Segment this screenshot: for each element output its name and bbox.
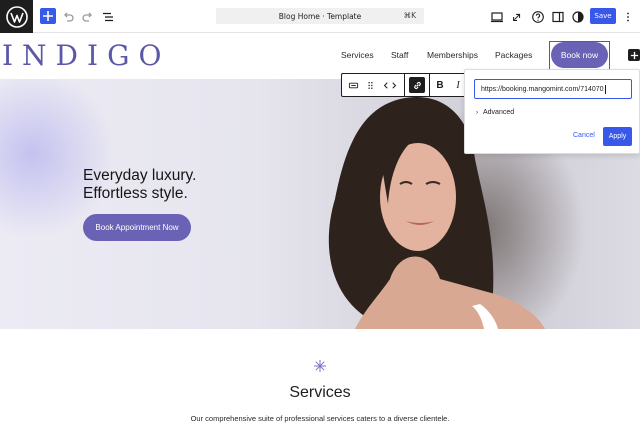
book-now-button[interactable]: Book now [551,42,608,68]
settings-sidebar-button[interactable] [551,7,565,26]
redo-button[interactable] [81,7,95,26]
button-block-icon [348,82,358,88]
add-block-button[interactable] [628,49,640,61]
styles-button[interactable] [571,7,585,26]
list-view-icon [103,12,113,21]
nav-item-memberships[interactable]: Memberships [427,50,478,60]
drag-handle[interactable] [364,74,376,96]
sparkle-icon [314,360,326,372]
external-icon [513,13,521,21]
drag-handle-icon [367,81,373,89]
text-caret [604,84,606,94]
wordpress-icon [5,5,28,28]
nav-item-services[interactable]: Services [341,50,374,60]
bold-button[interactable]: B [430,74,450,96]
link-button[interactable] [409,77,425,93]
command-shortcut: ⌘K [403,11,416,20]
help-button[interactable] [531,7,545,26]
wordpress-logo[interactable] [0,0,33,33]
styles-icon [572,10,584,23]
plus-icon [630,51,638,59]
block-type-button[interactable] [342,74,364,96]
block-toolbar: B I [341,73,467,97]
services-title: Services [289,384,351,401]
nav-item-packages[interactable]: Packages [495,50,532,60]
options-button[interactable] [623,7,633,26]
hero-headline-line-2: Effortless style. [83,185,188,202]
settings-sidebar-icon [552,11,564,22]
block-inserter-button[interactable] [40,8,56,24]
desktop-view-icon [491,11,503,22]
document-title: Blog Home · Template [278,11,362,21]
help-icon [532,10,544,23]
advanced-toggle[interactable]: › Advanced [476,109,514,116]
toolbar-divider [404,74,405,96]
cancel-button[interactable]: Cancel [573,132,595,139]
nav-item-staff[interactable]: Staff [391,50,408,60]
url-input[interactable]: https://booking.mangomint.com/714070 [474,79,632,99]
device-preview-button[interactable] [490,7,504,26]
apply-button[interactable]: Apply [603,127,632,146]
book-appointment-button[interactable]: Book Appointment Now [83,214,191,241]
advanced-label: Advanced [483,109,515,116]
more-options-icon [627,12,629,21]
undo-icon [64,12,74,22]
view-site-button[interactable] [511,7,523,26]
undo-button[interactable] [61,7,75,26]
url-input-value: https://booking.mangomint.com/714070 [481,85,604,93]
plus-icon [43,11,53,21]
link-popover: https://booking.mangomint.com/714070 › A… [464,69,640,154]
chevron-left-right-icon [383,81,397,89]
editor-top-bar: Blog Home · Template ⌘K Save [0,0,640,33]
hero-headline-line-1: Everyday luxury. [83,167,197,184]
services-section: Services Our comprehensive suite of prof… [0,329,640,435]
site-logo[interactable]: INDIGO [2,39,170,72]
redo-icon [82,12,92,22]
save-button[interactable]: Save [590,8,616,24]
link-icon [413,81,421,89]
move-left-right-button[interactable] [376,74,404,96]
document-title-bar[interactable]: Blog Home · Template ⌘K [216,8,424,24]
chevron-right-icon: › [476,109,478,116]
hero-headline: Everyday luxury. Effortless style. [83,167,196,203]
services-description: Our comprehensive suite of professional … [190,414,450,423]
list-view-button[interactable] [100,7,116,26]
